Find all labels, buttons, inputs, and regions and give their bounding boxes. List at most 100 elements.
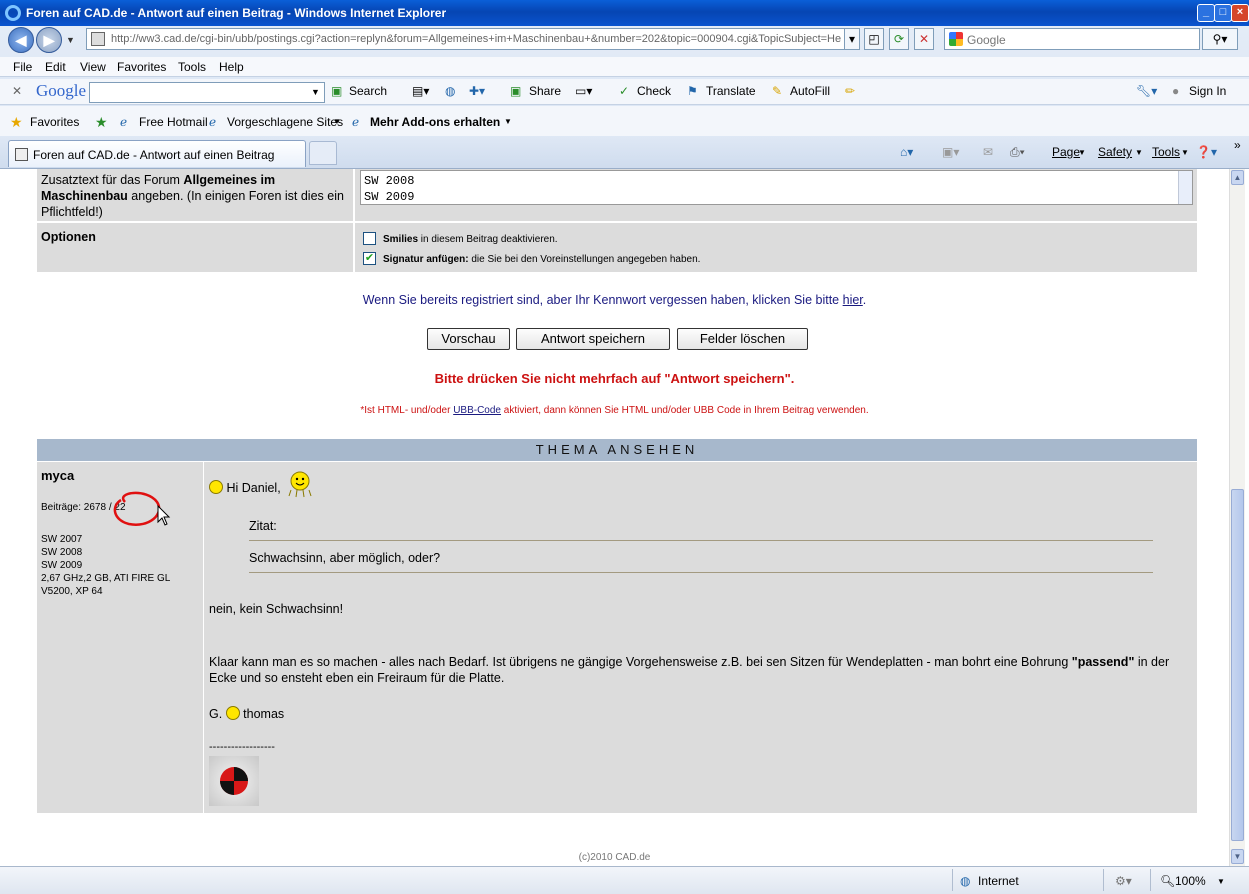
address-url: http://ww3.cad.de/cgi-bin/ubb/postings.c… [111,33,842,45]
globe-icon: ◍ [960,874,971,888]
quote-text: Schwachsinn, aber möglich, oder? [249,551,441,565]
mouse-cursor-icon [157,505,171,526]
fav-vorgeschlagene-sites[interactable]: Vorgeschlagene Sites [227,115,343,129]
scroll-up-arrow-icon[interactable]: ▲ [1231,170,1244,185]
preview-button[interactable]: Vorschau [427,328,510,350]
menu-edit[interactable]: Edit [45,60,66,74]
tools-dropdown-icon[interactable]: ▼ [1181,148,1189,157]
signatur-checkbox[interactable]: ✔ [363,252,376,265]
stop-icon[interactable]: ✕ [914,28,934,50]
fav-mehr-addons[interactable]: Mehr Add-ons erhalten [370,115,500,129]
greeting-line: Hi Daniel, [209,480,281,495]
zusatz-row: Zusatztext für das Forum Allgemeines im … [37,169,1197,221]
google-search-dropdown-icon[interactable]: ▼ [311,87,320,97]
feeds-icon[interactable]: ▣▾ [942,145,959,159]
add-favorite-icon[interactable]: ★ [95,114,108,131]
ie-sites-icon: ℯ [209,115,217,129]
search-go-button[interactable]: ⚲▾ [1202,28,1238,50]
page-scrollbar[interactable]: ▲ ▼ [1229,169,1245,866]
address-dropdown-button[interactable]: ▾ [844,28,860,50]
popup-blocker-icon[interactable]: ▭▾ [575,84,592,98]
post-author-name[interactable]: myca [41,468,74,483]
back-button[interactable]: ◀ [8,27,34,53]
mail-icon[interactable]: ✉ [983,145,993,159]
password-link[interactable]: hier [843,293,863,307]
ie-page-icon: ℯ [120,115,128,129]
translate-button[interactable]: Translate [706,84,756,98]
tools-menu[interactable]: Tools [1152,145,1180,159]
favorites-button[interactable]: Favorites [30,115,79,129]
signin-button[interactable]: Sign In [1189,84,1226,98]
html-note: *Ist HTML- und/oder UBB-Code aktiviert, … [360,405,869,416]
browser-chrome: ◀ ▶ ▼ http://ww3.cad.de/cgi-bin/ubb/post… [0,26,1249,169]
textarea-scrollbar[interactable] [1178,171,1192,204]
post-body: Hi Daniel, Zitat: Schwachsinn, aber mögl… [205,462,1197,813]
home-icon[interactable]: ⌂▾ [900,145,913,159]
clear-fields-button[interactable]: Felder löschen [677,328,808,350]
warning-text: Bitte drücken Sie nicht mehrfach auf "An… [434,371,795,386]
autofill-button[interactable]: AutoFill [790,84,830,98]
menu-file[interactable]: File [13,60,32,74]
minimize-button[interactable]: _ [1197,4,1215,22]
menu-view[interactable]: View [80,60,106,74]
status-bar: ◍ Internet ⚙▾ 🔍︎ 100% ▼ [0,866,1249,894]
protected-mode-icon[interactable]: ⚙▾ [1115,874,1132,888]
post-signoff: G. thomas [209,706,285,721]
thema-ansehen-header: THEMA ANSEHEN [37,439,1197,461]
close-window-button[interactable]: × [1231,4,1249,22]
check-icon: ✓ [619,84,630,98]
smilies-checkbox[interactable] [363,232,376,245]
close-toolbar-icon[interactable]: ✕ [12,84,22,98]
search-placeholder: Google [967,33,1006,47]
help-icon[interactable]: ❓▾ [1196,145,1217,159]
zoom-level[interactable]: 100% [1175,874,1206,888]
earth-icon[interactable]: ◍ [445,84,455,98]
ie-logo-icon [5,5,21,21]
page-menu[interactable]: Page [1052,145,1080,159]
print-icon[interactable]: ⎙▾ [1010,145,1025,160]
safety-menu[interactable]: Safety [1098,145,1132,159]
compatibility-view-icon[interactable]: ◰ [864,28,884,50]
sites-dropdown-icon[interactable]: ▼ [333,117,341,126]
google-toolbar: ✕ Google ▼ ▣ Search ▤▾ ◍ ✚▾ ▣ Share ▭▾ ✓… [0,79,1249,105]
share-button[interactable]: Share [529,84,561,98]
fav-free-hotmail[interactable]: Free Hotmail [139,115,208,129]
save-reply-button[interactable]: Antwort speichern [516,328,670,350]
post-paragraph-2: Klaar kann man es so machen - alles nach… [209,655,1170,685]
tab-active[interactable]: Foren auf CAD.de - Antwort auf einen Bei… [8,140,306,167]
chevron-more-icon[interactable]: » [1234,138,1241,152]
scrollbar-thumb[interactable] [1231,489,1244,841]
plus-icon[interactable]: ✚▾ [469,84,485,98]
check-button[interactable]: Check [637,84,671,98]
signature-logo [209,756,259,806]
news-icon[interactable]: ▤▾ [412,84,429,98]
scroll-down-arrow-icon[interactable]: ▼ [1231,849,1244,864]
new-tab-button[interactable] [309,141,337,165]
zusatz-label: Zusatztext für das Forum Allgemeines im … [41,173,344,219]
zusatz-textarea[interactable]: SW 2008 SW 2009 [360,170,1193,205]
wrench-icon[interactable]: 🔧︎▾ [1136,84,1157,98]
zusatz-line: SW 2008 [364,174,415,188]
forward-button[interactable]: ▶ [36,27,62,53]
password-info: Wenn Sie bereits registriert sind, aber … [362,293,867,307]
addons-dropdown-icon[interactable]: ▼ [504,117,512,126]
maximize-button[interactable]: □ [1214,4,1232,22]
ubb-code-link[interactable]: UBB-Code [453,405,501,416]
google-search-button[interactable]: Search [349,84,387,98]
page-dropdown-icon[interactable]: ▼ [1078,148,1086,157]
search-input[interactable]: Google [944,28,1200,50]
favorites-star-icon: ★ [10,114,23,130]
highlight-icon[interactable]: ✏ [845,84,855,98]
safety-dropdown-icon[interactable]: ▼ [1135,148,1143,157]
menu-help[interactable]: Help [219,60,244,74]
google-toolbar-search-input[interactable] [89,82,325,103]
menu-tools[interactable]: Tools [178,60,206,74]
refresh-icon[interactable]: ⟳ [889,28,909,50]
zoom-dropdown-icon[interactable]: ▼ [1217,877,1225,886]
tab-title: Foren auf CAD.de - Antwort auf einen Bei… [33,148,275,162]
recent-pages-icon[interactable]: ▼ [66,35,75,45]
post-author-panel: myca Beiträge: 2678 / 22 SW 2007 SW 2008… [37,462,204,813]
security-zone: Internet [978,874,1019,888]
menu-favorites[interactable]: Favorites [117,60,166,74]
address-bar[interactable]: http://ww3.cad.de/cgi-bin/ubb/postings.c… [86,28,846,50]
